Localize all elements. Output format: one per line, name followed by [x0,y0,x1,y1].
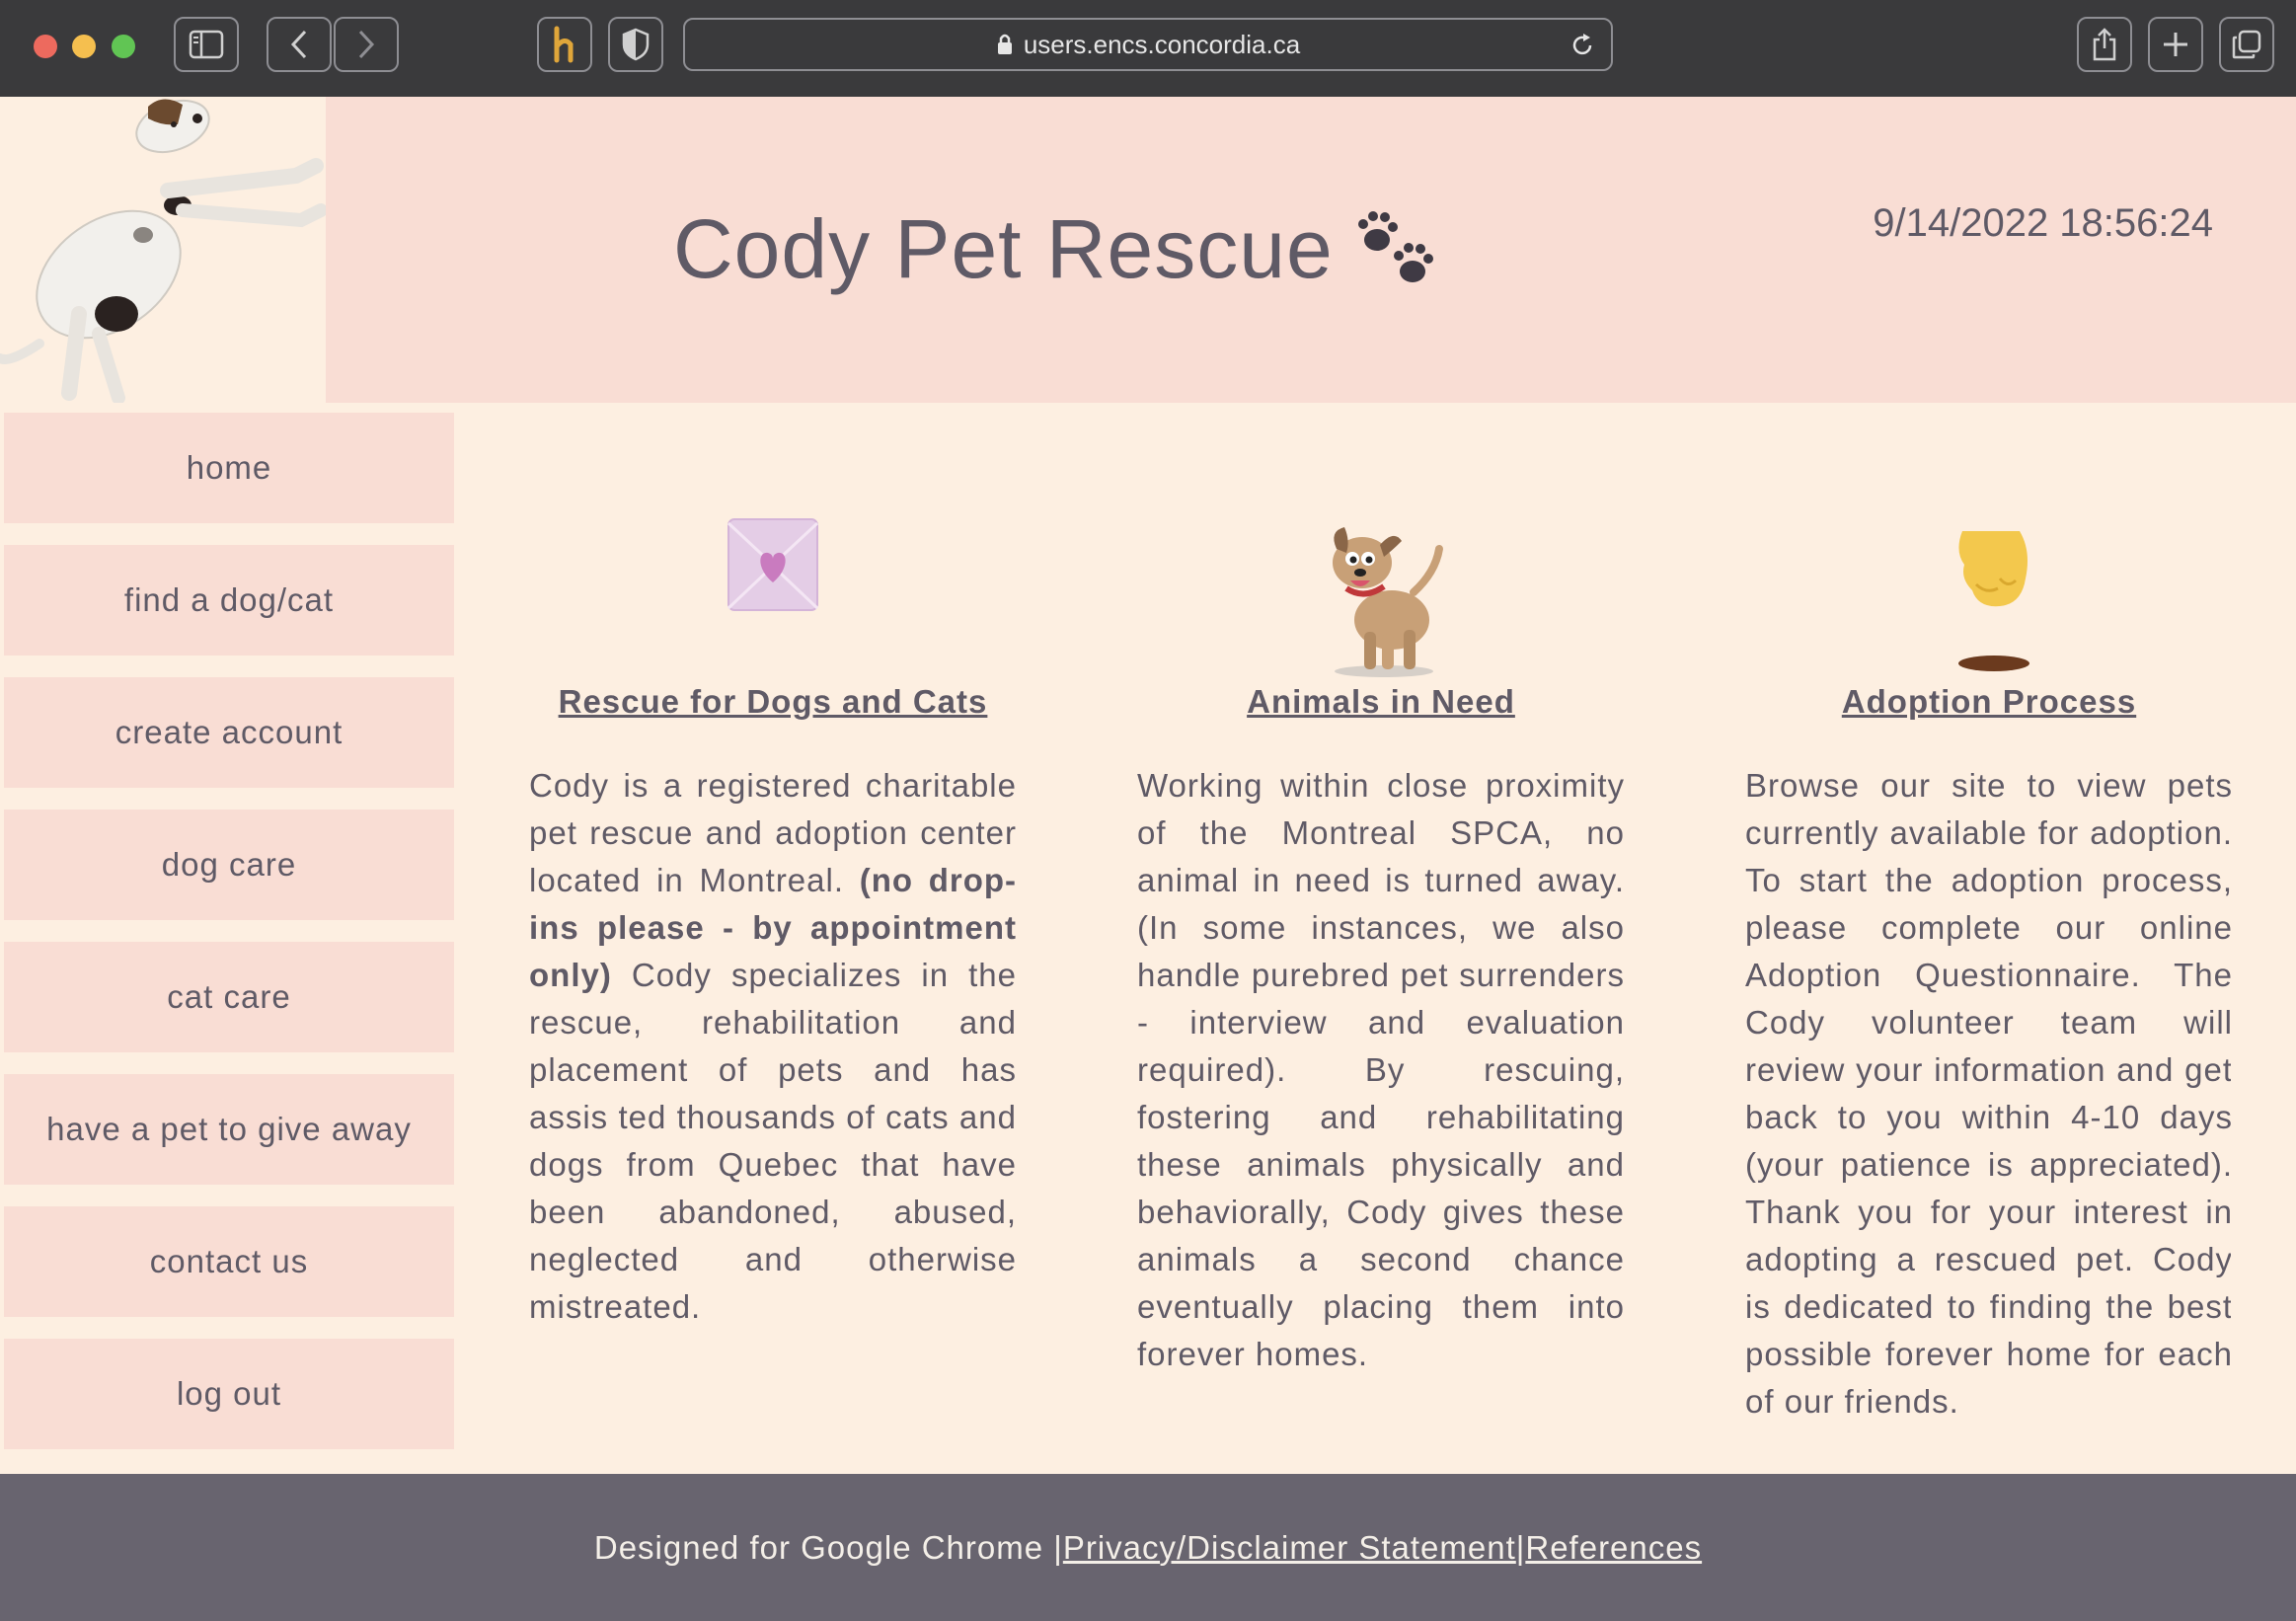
lock-icon [997,34,1012,54]
rescue-description: Cody is a registered charitable pet resc… [529,762,1017,1331]
tab-overview-button[interactable] [2219,17,2274,72]
new-tab-button[interactable] [2148,17,2203,72]
honey-extension-button[interactable] [537,17,592,72]
site-title: Cody Pet Rescue [673,201,1440,297]
zoom-window-button[interactable] [112,35,135,58]
rescue-column: Rescue for Dogs and Cats Cody is a regis… [529,494,1017,1331]
adoption-process-heading-link[interactable]: Adoption Process [1745,683,2231,742]
privacy-shield-button[interactable] [608,17,663,72]
nav-give-away-pet[interactable]: have a pet to give away [4,1074,454,1185]
nav-dog-care[interactable]: dog care [4,810,454,920]
nav-cat-care[interactable]: cat care [4,942,454,1052]
forward-button[interactable] [334,17,399,72]
footer-separator: | [1515,1528,1526,1566]
site-title-text: Cody Pet Rescue [673,202,1334,295]
address-bar[interactable]: users.encs.concordia.ca [683,18,1613,71]
chevron-right-icon [358,30,375,59]
hand-drop-icon [1958,531,2029,671]
rescue-text-part-2: Cody specializes in the rescue, rehabili… [529,957,1017,1325]
page-footer: Designed for Google Chrome | Privacy/Disc… [0,1474,2296,1621]
animals-in-need-heading-link[interactable]: Animals in Need [1137,683,1625,742]
back-button[interactable] [267,17,332,72]
chevron-left-icon [290,30,307,59]
browser-toolbar: users.encs.concordia.ca [0,0,2296,97]
heart-envelope-icon [727,518,819,611]
minimize-window-button[interactable] [72,35,96,58]
sidebar-toggle-button[interactable] [174,17,239,72]
cartoon-dog-icon [1333,527,1443,677]
header-dog-photo [0,97,326,403]
rescue-heading-link[interactable]: Rescue for Dogs and Cats [529,683,1017,742]
url-text: users.encs.concordia.ca [1023,29,1301,59]
animals-in-need-column: Animals in Need Working within close pro… [1137,494,1625,1378]
nav-find-a-dog-cat[interactable]: find a dog/cat [4,545,454,656]
footer-designed-for: Designed for Google Chrome | [593,1528,1063,1566]
jumping-dog-image [0,99,326,403]
adoption-process-description: Browse our site to view pets currently a… [1745,767,2231,1420]
header-banner: 9/14/2022 18:56:24 Cody Pet Rescue [326,97,2296,403]
references-link[interactable]: References [1525,1529,1702,1567]
sidebar-icon [189,30,224,59]
plus-icon [2164,33,2187,56]
animals-icon-area [1137,494,1625,679]
animals-in-need-description: Working within close proximity of the Mo… [1137,767,1625,1372]
nav-contact-us[interactable]: contact us [4,1206,454,1317]
tabs-icon [2232,30,2261,59]
share-button[interactable] [2077,17,2132,72]
nav-create-account[interactable]: create account [4,677,454,788]
sidebar-nav: home find a dog/cat create account dog c… [4,413,454,1471]
share-icon [2093,28,2116,61]
honey-extension-icon [554,26,574,63]
nav-log-out[interactable]: log out [4,1339,454,1449]
close-window-button[interactable] [34,35,57,58]
nav-home[interactable]: home [4,413,454,523]
adoption-process-column: Adoption Process Browse our site to view… [1745,494,2231,1426]
shield-icon [622,28,650,61]
reload-icon[interactable] [1569,33,1595,58]
paw-prints-icon [1357,210,1433,282]
adoption-icon-area [1745,494,2231,679]
rescue-icon-area [529,494,1017,679]
current-datetime: 9/14/2022 18:56:24 [1873,201,2213,245]
main-content: Rescue for Dogs and Cats Cody is a regis… [529,494,2231,1474]
privacy-disclaimer-link[interactable]: Privacy/Disclaimer Statement [1063,1529,1516,1567]
